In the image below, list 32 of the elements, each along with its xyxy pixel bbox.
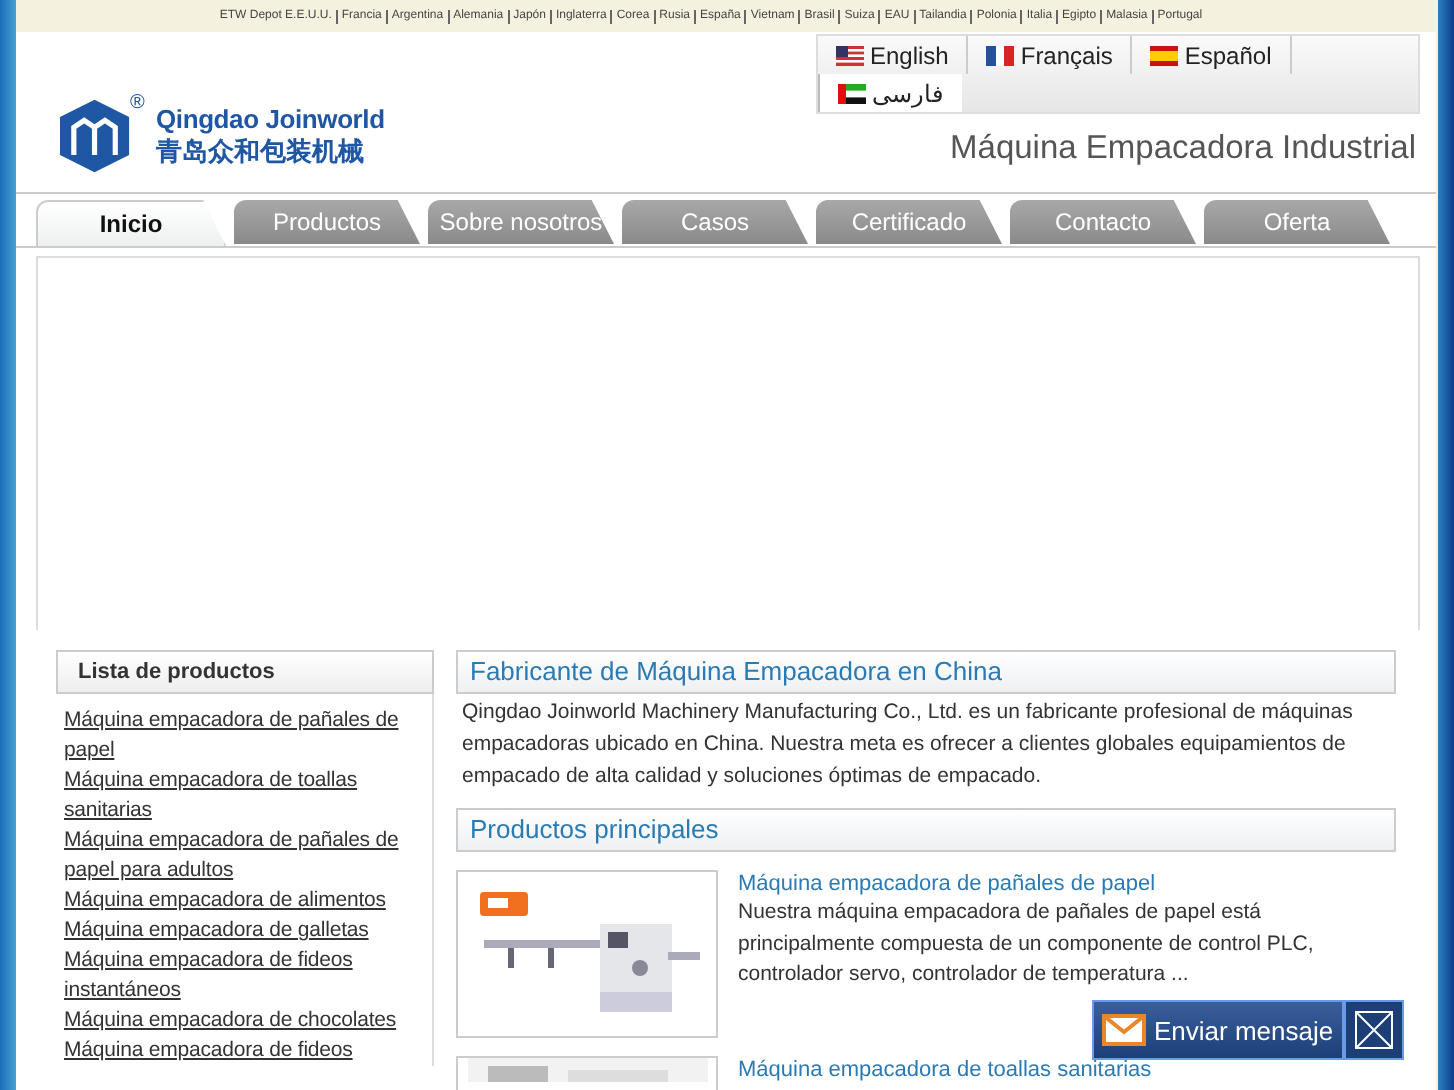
intro-paragraph: Qingdao Joinworld Machinery Manufacturing Co., Ltd. es un fabricante profesional de máquinas empacadoras ubicado en China. Nuestra meta es ofrecer a clientes globales equipamientos de empacado de alta calidad y soluciones óptimas de empacado.: [462, 698, 1355, 792]
close-button[interactable]: [1344, 1000, 1404, 1060]
sidebar-heading: Lista de productos: [56, 650, 434, 694]
product-description: Nuestra máquina empacadora de pañales de papel está principalmente compuesta de un componente de control PLC, controlador servo, controlador de temperatura ...: [738, 898, 1316, 990]
send-message-button[interactable]: Enviar mensaje: [1092, 1000, 1344, 1060]
product-link[interactable]: Máquina empacadora de fideos: [64, 1036, 420, 1066]
product-link[interactable]: Máquina empacadora de alimentos: [64, 886, 420, 916]
logo-chinese-name: 青岛众和包装机械: [156, 134, 366, 169]
product-link[interactable]: Máquina empacadora de pañales de papel para adultos: [64, 826, 420, 886]
spain-flag-icon: [1150, 45, 1179, 65]
product-title-link[interactable]: Máquina empacadora de pañales de papel: [738, 870, 1378, 898]
uae-flag-icon: [838, 83, 866, 103]
language-link[interactable]: Français: [968, 36, 1133, 74]
product-link[interactable]: Máquina empacadora de galletas: [64, 916, 420, 946]
close-icon: [1354, 1010, 1394, 1050]
tagline: Máquina Empacadora Industrial: [950, 130, 1416, 170]
product-link[interactable]: Máquina empacadora de fideos instantáneos: [64, 946, 420, 1006]
envelope-icon: [1102, 1014, 1146, 1046]
send-message-label: Enviar mensaje: [1154, 1015, 1334, 1045]
product-title-link[interactable]: Máquina empacadora de toallas sanitarias: [738, 1056, 1378, 1084]
us-flag-icon: [836, 45, 864, 65]
product-link[interactable]: Máquina empacadora de toallas sanitarias: [64, 766, 420, 826]
product-link[interactable]: Máquina empacadora de chocolates: [64, 1006, 420, 1036]
section-heading: Fabricante de Máquina Empacadora en China: [456, 650, 1396, 694]
logo-name: Qingdao Joinworld: [156, 103, 385, 133]
nav-tab[interactable]: Inicio: [36, 200, 226, 246]
language-link[interactable]: Español: [1132, 36, 1292, 74]
section-heading: Productos principales: [456, 808, 1396, 852]
language-link[interactable]: فارسی: [818, 74, 962, 112]
product-link[interactable]: Máquina empacadora de pañales de papel: [64, 706, 420, 766]
registered-mark: ®: [130, 92, 145, 114]
france-flag-icon: [986, 45, 1015, 65]
